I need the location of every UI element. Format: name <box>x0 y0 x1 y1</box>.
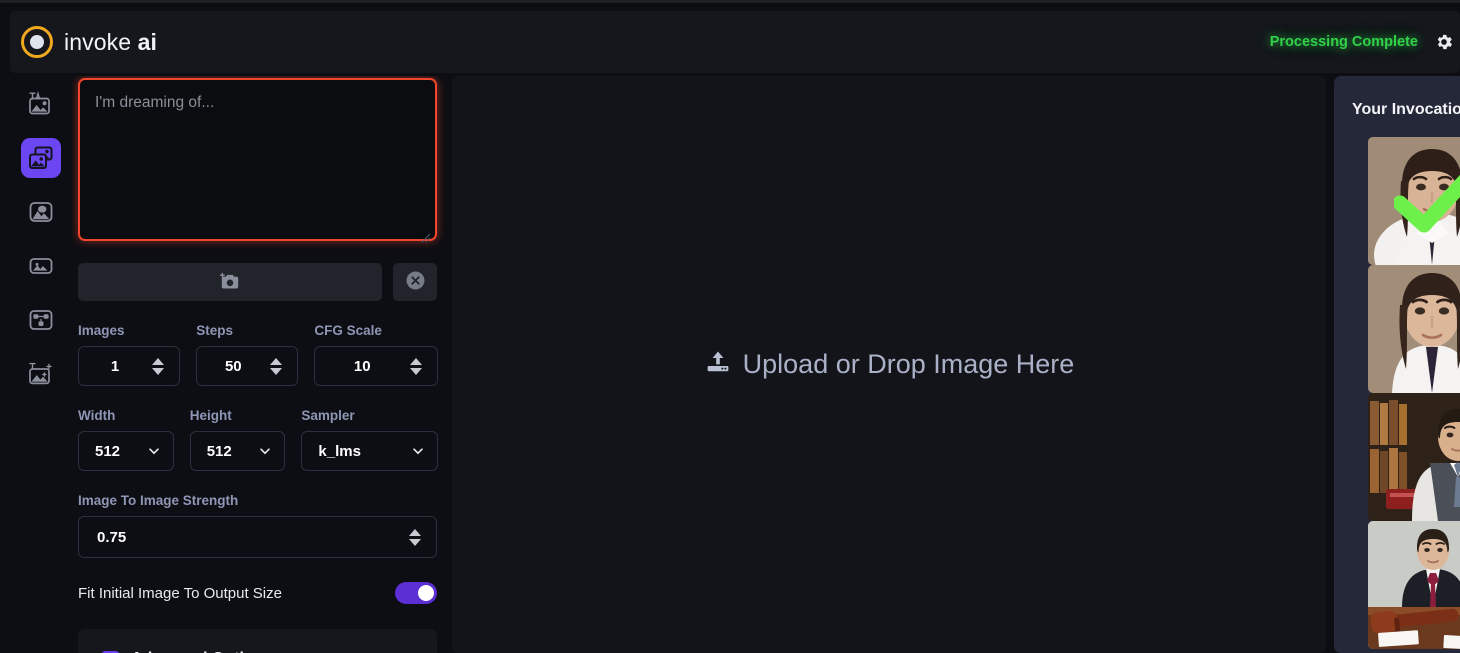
cfg-scale-stepper[interactable] <box>405 357 427 375</box>
status-badge: Processing Complete <box>1269 34 1418 50</box>
strength-input[interactable]: 0.75 <box>78 516 437 558</box>
window-chrome-inner <box>0 3 1460 7</box>
prompt-area <box>78 78 437 246</box>
height-value: 512 <box>206 442 232 460</box>
sampler-value: k_lms <box>318 442 361 460</box>
images-input[interactable]: 1 <box>78 346 181 386</box>
width-field: Width 512 <box>78 408 174 471</box>
steps-label: Steps <box>196 323 233 338</box>
steps-input[interactable]: 50 <box>196 346 299 386</box>
gallery-thumbnails <box>1334 137 1460 649</box>
invoke-logo-dot <box>30 35 44 49</box>
chevron-down-icon[interactable] <box>409 538 421 546</box>
cfg-scale-input[interactable]: 10 <box>314 346 439 386</box>
chevron-down-icon <box>258 444 272 458</box>
image-dropzone[interactable]: Upload or Drop Image Here <box>452 76 1326 653</box>
chevron-down-icon[interactable] <box>410 367 423 375</box>
gear-icon[interactable] <box>1434 32 1454 52</box>
sidebar-item-nodes[interactable] <box>21 300 61 340</box>
strength-label: Image To Image Strength <box>78 493 239 508</box>
gallery-image-2[interactable] <box>1368 265 1460 393</box>
dropzone-text: Upload or Drop Image Here <box>742 349 1075 379</box>
chevron-up-icon[interactable] <box>270 357 283 365</box>
steps-stepper[interactable] <box>265 357 287 375</box>
close-circle-icon <box>405 270 426 294</box>
chevron-up-icon[interactable] <box>409 528 421 536</box>
options-panel: Images 1 Steps 50 <box>72 76 452 653</box>
outpainting-icon <box>27 252 55 280</box>
toggle-knob <box>418 585 434 601</box>
dimension-params-row: Width 512 Height 512 Sampler k_lms <box>78 408 438 471</box>
strength-field: Image To Image Strength 0.75 <box>78 493 438 558</box>
camera-add-icon <box>219 271 241 294</box>
dropzone-hint: Upload or Drop Image Here <box>704 348 1075 381</box>
strength-stepper[interactable] <box>404 528 426 546</box>
text-to-image-icon <box>27 90 55 118</box>
fit-image-label: Fit Initial Image To Output Size <box>78 584 282 602</box>
invoke-ai-app: invoke ai Processing Complete I'm dreami… <box>0 0 1460 653</box>
chevron-up-icon[interactable] <box>152 357 165 365</box>
steps-field: Steps 50 <box>196 323 299 386</box>
gallery-image-1[interactable] <box>1368 137 1460 265</box>
clear-image-button[interactable] <box>393 263 437 301</box>
upload-icon <box>704 348 732 381</box>
images-value: 1 <box>110 357 120 375</box>
sampler-select[interactable]: k_lms <box>301 431 438 471</box>
invoke-logo-icon <box>21 26 53 58</box>
gallery-image-3[interactable] <box>1368 393 1460 521</box>
steps-value: 50 <box>224 357 242 375</box>
prompt-input[interactable] <box>78 78 437 241</box>
images-field: Images 1 <box>78 323 181 386</box>
width-label: Width <box>78 408 116 423</box>
window-chrome-strip <box>0 0 1460 7</box>
cfg-scale-value: 10 <box>353 357 371 375</box>
sidebar-item-post-processing[interactable] <box>21 354 61 394</box>
sidebar-item-image-to-image[interactable] <box>21 138 61 178</box>
images-stepper[interactable] <box>147 357 169 375</box>
width-value: 512 <box>95 442 121 460</box>
gallery-image-4[interactable] <box>1368 521 1460 649</box>
chevron-up-icon[interactable] <box>410 357 423 365</box>
brand-prefix: invoke <box>64 28 132 55</box>
header-actions: Processing Complete <box>1270 32 1460 52</box>
chevron-down-icon <box>411 444 425 458</box>
sampler-label: Sampler <box>301 408 355 423</box>
brand: invoke ai <box>21 26 157 58</box>
chevron-down-icon[interactable] <box>270 367 283 375</box>
sidebar-item-unified-canvas[interactable] <box>21 192 61 232</box>
unified-canvas-icon <box>27 198 55 226</box>
height-label: Height <box>189 408 232 423</box>
chevron-down-icon[interactable] <box>152 367 165 375</box>
sidebar-rail <box>10 76 72 653</box>
cfg-scale-field: CFG Scale 10 <box>314 323 439 386</box>
selected-check-icon <box>1392 167 1460 240</box>
images-label: Images <box>78 323 125 338</box>
add-image-button[interactable] <box>78 263 382 301</box>
chevron-down-icon <box>147 444 161 458</box>
prompt-action-buttons <box>78 263 438 301</box>
post-processing-icon <box>27 360 55 388</box>
cfg-scale-label: CFG Scale <box>314 323 382 338</box>
brand-title: invoke ai <box>64 29 157 56</box>
advanced-options-section[interactable]: Advanced Options <box>78 629 437 653</box>
gallery-panel: Your Invocations <box>1334 76 1460 653</box>
height-select[interactable]: 512 <box>189 431 286 471</box>
sidebar-item-outpainting[interactable] <box>21 246 61 286</box>
fit-image-row: Fit Initial Image To Output Size <box>78 582 437 604</box>
sampler-field: Sampler k_lms <box>301 408 438 471</box>
height-field: Height 512 <box>189 408 286 471</box>
generation-params-row: Images 1 Steps 50 CFG Scale 10 <box>78 323 439 386</box>
sidebar-item-text-to-image[interactable] <box>21 84 61 124</box>
strength-value: 0.75 <box>97 528 127 546</box>
gallery-title: Your Invocations <box>1352 101 1460 118</box>
brand-suffix: ai <box>137 28 157 55</box>
app-header: invoke ai Processing Complete <box>10 11 1460 73</box>
fit-image-toggle[interactable] <box>395 582 437 604</box>
nodes-icon <box>27 306 55 334</box>
image-to-image-icon <box>27 144 55 172</box>
width-select[interactable]: 512 <box>78 431 174 471</box>
